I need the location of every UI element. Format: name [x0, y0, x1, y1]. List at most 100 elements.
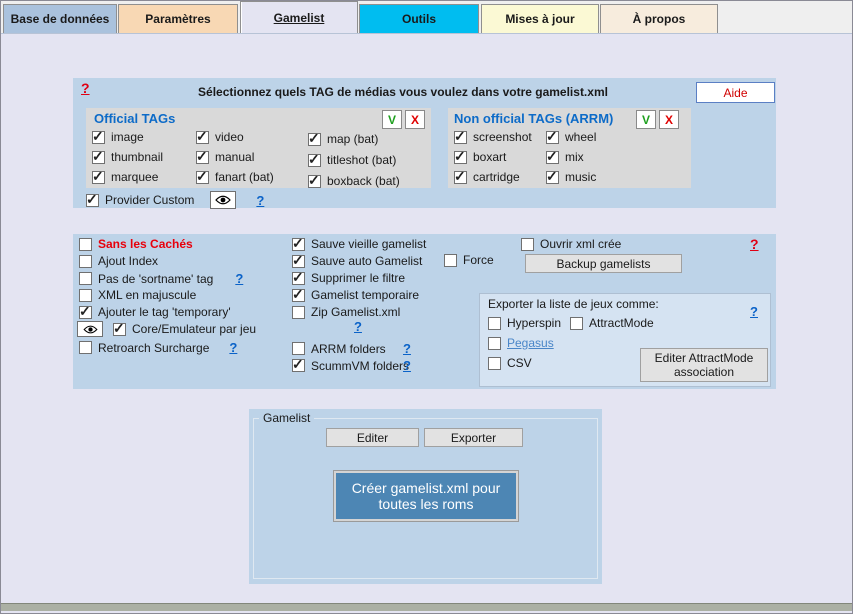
help-link-zip[interactable]: ? [354, 319, 362, 334]
checkbox-box[interactable] [308, 175, 321, 188]
checkbox-box[interactable] [79, 306, 92, 319]
checkbox-box[interactable] [92, 151, 105, 164]
checkbox-box[interactable] [196, 131, 209, 144]
tab-a-propos[interactable]: À propos [600, 4, 718, 33]
checkbox-box[interactable] [292, 272, 305, 285]
help-link-scummvm-folders[interactable]: ? [403, 358, 411, 373]
tab-mises-a-jour[interactable]: Mises à jour [481, 4, 599, 33]
checkbox-csv[interactable]: CSV [488, 356, 532, 370]
checkbox-sortname[interactable]: Pas de 'sortname' tag? [79, 271, 243, 286]
checkbox-pegasus[interactable]: Pegasus [488, 336, 554, 350]
checkbox-boxback[interactable]: boxback (bat) [308, 174, 400, 188]
tab-base-de-donnees[interactable]: Base de données [3, 4, 117, 33]
checkbox-map[interactable]: map (bat) [308, 132, 378, 146]
tab-gamelist[interactable]: Gamelist [240, 1, 358, 33]
checkbox-box[interactable] [292, 289, 305, 302]
checkbox-box[interactable] [488, 357, 501, 370]
checkbox-retroarch-surcharge[interactable]: Retroarch Surcharge? [79, 340, 237, 355]
checkbox-box[interactable] [454, 171, 467, 184]
help-link-sortname[interactable]: ? [235, 271, 243, 286]
checkbox-box[interactable] [196, 151, 209, 164]
checkbox-box[interactable] [292, 359, 305, 372]
checkbox-music[interactable]: music [546, 170, 596, 184]
checkbox-hyperspin[interactable]: Hyperspin [488, 316, 561, 330]
checkbox-tag-temporary[interactable]: Ajouter le tag 'temporary' [79, 305, 231, 319]
checkbox-cartridge[interactable]: cartridge [454, 170, 520, 184]
checkbox-box[interactable] [546, 151, 559, 164]
checkbox-sans-les-caches[interactable]: Sans les Cachés [79, 237, 193, 251]
checkbox-box[interactable] [292, 255, 305, 268]
backup-gamelists-button[interactable]: Backup gamelists [525, 254, 682, 273]
create-gamelist-button[interactable]: Créer gamelist.xml pour toutes les roms [334, 471, 518, 521]
checkbox-wheel[interactable]: wheel [546, 130, 596, 144]
checkbox-box[interactable] [454, 131, 467, 144]
checkbox-box[interactable] [546, 131, 559, 144]
checkbox-box[interactable] [521, 238, 534, 251]
checkbox-core-emulateur[interactable]: Core/Emulateur par jeu [77, 321, 256, 337]
help-link-provider-custom[interactable]: ? [256, 193, 264, 208]
tab-parametres[interactable]: Paramètres [118, 4, 238, 33]
checkbox-fanart[interactable]: fanart (bat) [196, 170, 274, 184]
checkbox-video[interactable]: video [196, 130, 244, 144]
edit-attractmode-association-button[interactable]: Editer AttractMode association [640, 348, 768, 382]
checkbox-boxart[interactable]: boxart [454, 150, 506, 164]
checkbox-box[interactable] [308, 133, 321, 146]
checkbox-gamelist-temporaire[interactable]: Gamelist temporaire [292, 288, 419, 302]
checkbox-box[interactable] [444, 254, 457, 267]
checkbox-box[interactable] [79, 255, 92, 268]
check-all-non-official-button[interactable]: V [636, 110, 656, 129]
exporter-button[interactable]: Exporter [424, 428, 523, 447]
provider-custom-view-button[interactable] [210, 191, 236, 209]
checkbox-box[interactable] [196, 171, 209, 184]
checkbox-image[interactable]: image [92, 130, 144, 144]
checkbox-box[interactable] [570, 317, 583, 330]
uncheck-all-non-official-button[interactable]: X [659, 110, 679, 129]
checkbox-box[interactable] [292, 238, 305, 251]
checkbox-box[interactable] [92, 171, 105, 184]
checkbox-box[interactable] [79, 289, 92, 302]
checkbox-box[interactable] [546, 171, 559, 184]
checkbox-box[interactable] [488, 317, 501, 330]
checkbox-box[interactable] [113, 323, 126, 336]
checkbox-manual[interactable]: manual [196, 150, 254, 164]
checkbox-zip-gamelist[interactable]: Zip Gamelist.xml [292, 305, 400, 319]
tab-outils[interactable]: Outils [359, 4, 479, 33]
checkbox-scummvm-folders[interactable]: ScummVM folders? [292, 358, 411, 373]
checkbox-box[interactable] [488, 337, 501, 350]
checkbox-box[interactable] [292, 342, 305, 355]
checkbox-mix[interactable]: mix [546, 150, 584, 164]
checkbox-attractmode[interactable]: AttractMode [570, 316, 654, 330]
help-link-arrm-folders[interactable]: ? [403, 341, 411, 356]
aide-button[interactable]: Aide [696, 82, 775, 103]
checkbox-marquee[interactable]: marquee [92, 170, 158, 184]
checkbox-box[interactable] [454, 151, 467, 164]
checkbox-box[interactable] [86, 194, 99, 207]
checkbox-box[interactable] [79, 238, 92, 251]
help-link-media[interactable]: ? [81, 80, 90, 96]
checkbox-screenshot[interactable]: screenshot [454, 130, 532, 144]
checkbox-box[interactable] [79, 341, 92, 354]
checkbox-box[interactable] [292, 306, 305, 319]
checkbox-supprimer-filtre[interactable]: Supprimer le filtre [292, 271, 405, 285]
checkbox-arrm-folders[interactable]: ARRM folders? [292, 341, 411, 356]
checkbox-xml-majuscule[interactable]: XML en majuscule [79, 288, 196, 302]
checkbox-titleshot[interactable]: titleshot (bat) [308, 153, 396, 167]
editer-button[interactable]: Editer [326, 428, 419, 447]
checkbox-ouvrir-xml[interactable]: Ouvrir xml crée [521, 237, 621, 251]
core-emulateur-view-button[interactable] [77, 321, 103, 337]
checkbox-provider-custom[interactable]: Provider Custom ? [86, 191, 264, 209]
help-link-export[interactable]: ? [750, 304, 758, 319]
checkbox-box[interactable] [79, 272, 92, 285]
checkbox-box[interactable] [92, 131, 105, 144]
uncheck-all-official-button[interactable]: X [405, 110, 425, 129]
checkbox-sauve-auto[interactable]: Sauve auto Gamelist [292, 254, 422, 268]
checkbox-sauve-vieille[interactable]: Sauve vieille gamelist [292, 237, 426, 251]
check-all-official-button[interactable]: V [382, 110, 402, 129]
pegasus-link[interactable]: Pegasus [507, 336, 554, 350]
help-link-options[interactable]: ? [750, 236, 759, 252]
checkbox-thumbnail[interactable]: thumbnail [92, 150, 163, 164]
checkbox-force[interactable]: Force [444, 253, 494, 267]
checkbox-ajout-index[interactable]: Ajout Index [79, 254, 158, 268]
checkbox-box[interactable] [308, 154, 321, 167]
help-link-retroarch[interactable]: ? [229, 340, 237, 355]
